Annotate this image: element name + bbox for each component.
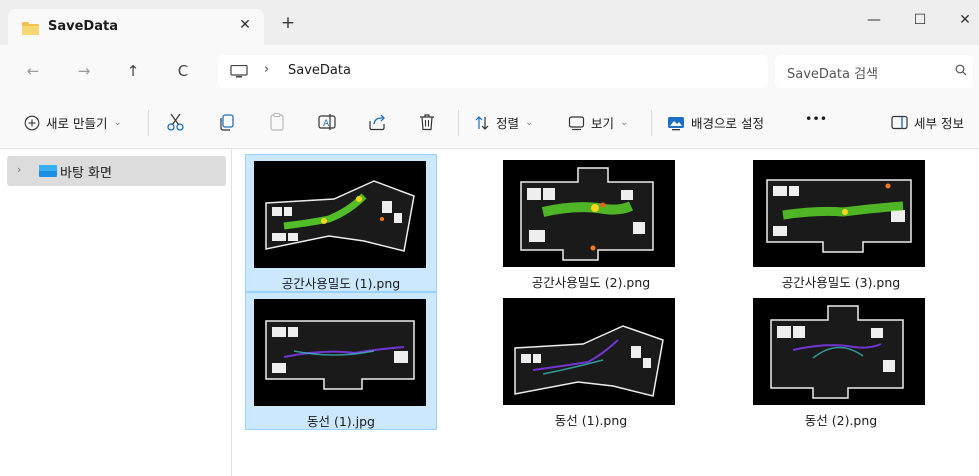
minimize-button[interactable]: —: [864, 12, 884, 28]
new-tab-button[interactable]: +: [278, 15, 298, 32]
forward-button[interactable]: →: [73, 62, 95, 80]
image-thumbnail: [503, 160, 675, 267]
file-item[interactable]: 공간사용밀도 (2).png: [495, 154, 687, 292]
sidebar-item-desktop[interactable]: › 바탕 화면: [7, 156, 226, 186]
wallpaper-icon: [668, 116, 684, 130]
divider: [458, 110, 459, 136]
file-item[interactable]: 동선 (1).png: [495, 292, 687, 430]
image-thumbnail: [503, 298, 675, 405]
set-background-label: 배경으로 설정: [691, 116, 764, 131]
search-icon: [955, 64, 967, 76]
new-button[interactable]: 새로 만들기 ⌄: [24, 113, 122, 132]
file-list: 공간사용밀도 (1).png 공간사용밀도 (2).png 공간사용밀도 (3)…: [232, 149, 979, 476]
navigation-bar: ← → ↑ C › SaveData SaveData 검색: [0, 45, 979, 97]
file-item[interactable]: 동선 (1).jpg: [245, 292, 437, 430]
view-label: 보기: [591, 116, 615, 131]
paste-icon[interactable]: [266, 111, 288, 133]
view-button[interactable]: 보기 ⌄: [568, 113, 628, 132]
up-button[interactable]: ↑: [122, 62, 144, 80]
tab-savedata[interactable]: SaveData ✕: [8, 9, 264, 45]
file-item[interactable]: 동선 (2).png: [745, 292, 937, 430]
set-background-button[interactable]: 배경으로 설정: [667, 113, 764, 132]
address-bar[interactable]: › SaveData: [218, 55, 768, 88]
close-window-button[interactable]: ✕: [955, 12, 975, 28]
image-thumbnail: [753, 298, 925, 405]
details-button[interactable]: 세부 정보: [891, 113, 964, 132]
sort-button[interactable]: 정렬 ⌄: [474, 113, 533, 132]
details-label: 세부 정보: [914, 116, 964, 131]
plus-circle-icon: [24, 115, 40, 130]
navigation-pane: › 바탕 화면: [0, 149, 232, 476]
file-name: 동선 (1).jpg: [307, 414, 375, 429]
maximize-button[interactable]: ☐: [910, 12, 930, 28]
tab-title: SaveData: [48, 19, 118, 34]
chevron-down-icon: ⌄: [525, 117, 534, 128]
file-name: 공간사용밀도 (1).png: [281, 276, 401, 291]
image-thumbnail: [254, 161, 426, 268]
back-button[interactable]: ←: [22, 62, 44, 80]
more-icon: •••: [805, 111, 828, 126]
refresh-button[interactable]: C: [172, 62, 194, 80]
computer-icon: [230, 65, 248, 78]
search-input[interactable]: SaveData 검색: [787, 63, 878, 82]
details-pane-icon: [891, 115, 908, 130]
expand-chevron-icon[interactable]: ›: [17, 163, 21, 176]
title-bar: SaveData ✕ + — ☐ ✕: [0, 0, 979, 45]
cut-icon[interactable]: [165, 111, 187, 133]
delete-icon[interactable]: [416, 111, 438, 133]
rename-icon[interactable]: A: [316, 111, 338, 133]
desktop-icon: [39, 165, 57, 177]
sidebar-item-label: 바탕 화면: [60, 166, 112, 181]
breadcrumb-separator: ›: [264, 62, 270, 77]
tab-close-icon[interactable]: ✕: [235, 17, 255, 33]
divider: [148, 110, 149, 136]
file-name: 공간사용밀도 (3).png: [781, 275, 901, 290]
file-name: 공간사용밀도 (2).png: [531, 275, 651, 290]
divider: [651, 110, 652, 136]
image-thumbnail: [753, 160, 925, 267]
file-item[interactable]: 공간사용밀도 (1).png: [245, 154, 437, 292]
share-icon[interactable]: [366, 111, 388, 133]
chevron-down-icon: ⌄: [620, 117, 629, 128]
file-item[interactable]: 공간사용밀도 (3).png: [745, 154, 937, 292]
copy-icon[interactable]: [216, 111, 238, 133]
file-name: 동선 (1).png: [554, 413, 628, 428]
folder-icon: [22, 22, 39, 35]
sort-label: 정렬: [496, 116, 520, 131]
chevron-down-icon: ⌄: [113, 117, 122, 128]
sort-icon: [475, 115, 489, 130]
new-label: 새로 만들기: [46, 116, 108, 131]
more-options-button[interactable]: •••: [805, 111, 827, 126]
svg-text:A: A: [323, 119, 330, 129]
view-icon: [568, 115, 585, 130]
breadcrumb-savedata[interactable]: SaveData: [288, 63, 351, 78]
file-name: 동선 (2).png: [804, 413, 878, 428]
image-thumbnail: [254, 299, 426, 406]
command-bar: 새로 만들기 ⌄ A 정렬 ⌄ 보기 ⌄ 배경으로 설정 ••• 세부 정보: [0, 97, 979, 149]
search-box[interactable]: SaveData 검색: [775, 55, 973, 88]
